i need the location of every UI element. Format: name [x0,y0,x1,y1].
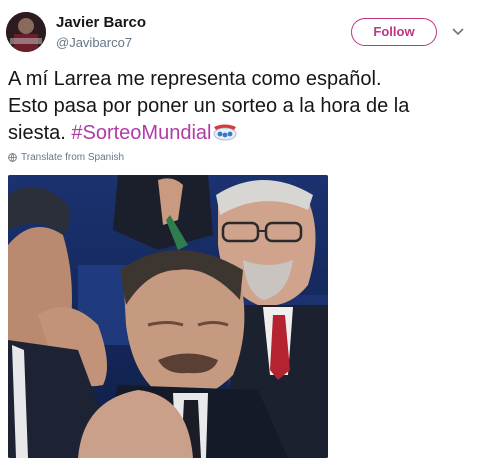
tweet-line-3: siesta. #SorteoMundial [8,120,492,147]
hashtag-link[interactable]: #SorteoMundial [71,122,211,144]
tweet-line-2: Esto pasa por poner un sorteo a la hora … [8,95,410,117]
author-handle[interactable]: @Javibarco7 [56,35,132,50]
globe-icon [8,153,17,162]
tweet-photo[interactable] [8,175,328,458]
world-cup-draw-pot-icon [214,124,237,141]
tweet-line-1: A mí Larrea me representa como español. [8,68,382,90]
author-avatar[interactable] [6,12,46,52]
tweet-line-3-text: siesta. [8,122,72,144]
tweet-text: A mí Larrea me representa como español. … [8,66,492,147]
follow-button[interactable]: Follow [351,18,437,46]
chevron-down-icon[interactable] [451,25,465,39]
translate-link[interactable]: Translate from Spanish [8,152,124,163]
translate-label: Translate from Spanish [21,152,125,163]
author-name[interactable]: Javier Barco [56,14,146,31]
